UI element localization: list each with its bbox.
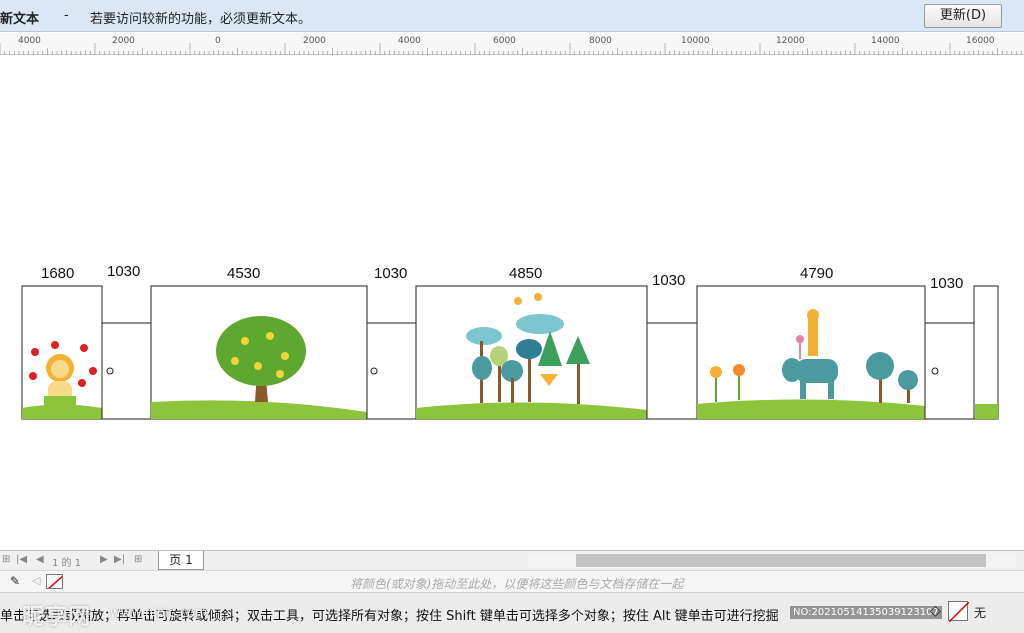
image-id: NO:20210514135039123107	[790, 606, 942, 619]
door-panel[interactable]	[646, 322, 698, 420]
first-page-icon[interactable]: |◀	[16, 554, 27, 565]
page-navigator: ⊞ |◀ ◀ 1 的 1 ▶ ▶| ⊞ 页 1 ◀	[0, 550, 1024, 570]
ruler-label: 0	[215, 36, 221, 46]
prev-page-icon[interactable]: ◀	[36, 554, 44, 565]
horizontal-scrollbar[interactable]	[528, 553, 1016, 568]
wall-panel-lion[interactable]	[21, 285, 103, 420]
ruler-label: 10000	[681, 36, 710, 46]
outline-none-label: 无	[974, 606, 987, 620]
eyedropper-icon[interactable]: ✎	[10, 574, 20, 588]
notice-separator: -	[64, 8, 69, 23]
outline-color-swatch[interactable]	[948, 601, 970, 623]
ruler-label: 2000	[303, 36, 326, 46]
ruler-label: 8000	[589, 36, 612, 46]
status-bar: 单击可选取或缩放；再单击可旋转或倾斜；双击工具，可选择所有对象；按住 Shift…	[0, 592, 1024, 633]
page-counter: 1 的 1	[52, 558, 82, 569]
ruler-label: 16000	[966, 36, 995, 46]
wall-panel-tree[interactable]	[150, 285, 368, 420]
add-page-icon[interactable]: ⊞	[2, 554, 10, 565]
horizontal-ruler[interactable]: 4000 2000 0 2000 4000 6000 8000 10000 12…	[0, 33, 1024, 55]
elevation-drawing	[21, 285, 999, 420]
drawing-canvas[interactable]: 1680 1030 4530 1030 4850 1030 4790 1030	[0, 56, 1024, 550]
watermark-url: www.nipic.com	[110, 606, 208, 621]
update-notification-bar: 新文本 - 若要访问较新的功能，必须更新文本。 更新(D)	[0, 0, 1024, 32]
ruler-label: 12000	[776, 36, 805, 46]
ruler-label: 6000	[493, 36, 516, 46]
palette-hint: 将颜色(或对象)拖动至此处，以便将这些颜色与文档存储在一起	[350, 577, 684, 591]
ruler-label: 4000	[18, 36, 41, 46]
last-page-icon[interactable]: ▶|	[114, 554, 125, 565]
tab-page-1[interactable]: 页 1	[158, 551, 204, 570]
notice-message: 若要访问较新的功能，必须更新文本。	[90, 12, 312, 27]
no-color-swatch[interactable]	[46, 574, 63, 589]
watermark: 昵享网	[22, 605, 92, 630]
wall-panel-elephant[interactable]	[696, 285, 926, 420]
next-page-icon[interactable]: ▶	[100, 554, 108, 565]
update-button[interactable]: 更新(D)	[924, 4, 1002, 28]
fill-icon[interactable]: ◇	[930, 603, 941, 619]
door-panel[interactable]	[366, 322, 417, 420]
palette-scroll-left-icon[interactable]: ◁	[32, 574, 40, 587]
wall-panel-partial[interactable]	[973, 285, 999, 420]
add-page-after-icon[interactable]: ⊞	[134, 554, 142, 565]
ruler-label: 14000	[871, 36, 900, 46]
document-palette-bar: ✎ ◁ 将颜色(或对象)拖动至此处，以便将这些颜色与文档存储在一起	[0, 570, 1024, 592]
wall-panel-forest[interactable]	[415, 285, 648, 420]
notice-title: 新文本	[0, 12, 40, 27]
door-panel[interactable]	[101, 322, 152, 420]
app-window: 新文本 - 若要访问较新的功能，必须更新文本。 更新(D) 4000 2000 …	[0, 0, 1024, 633]
scrollbar-thumb[interactable]	[576, 554, 986, 567]
door-panel[interactable]	[924, 322, 975, 420]
ruler-label: 2000	[112, 36, 135, 46]
ruler-label: 4000	[398, 36, 421, 46]
